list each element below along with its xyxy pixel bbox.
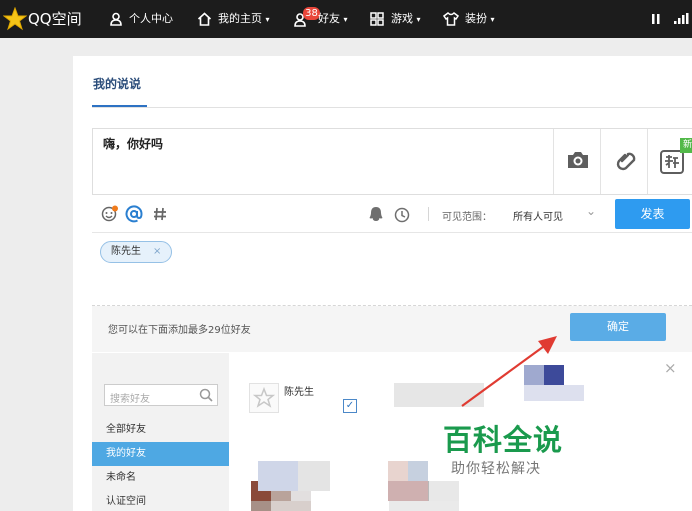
at-mention-icon[interactable] [125, 205, 143, 223]
remove-mention-icon[interactable]: × [153, 246, 161, 257]
group-verified-spaces[interactable]: 认证空间 [92, 490, 229, 511]
fun-qu-icon [660, 150, 684, 174]
toolbar-divider [92, 232, 692, 233]
qq-penguin-icon[interactable] [368, 206, 384, 223]
nav-dress-up[interactable]: 装扮 ▾ [465, 0, 495, 38]
schedule-clock-icon[interactable] [394, 207, 410, 223]
blurred-avatar [524, 365, 544, 385]
photo-button[interactable] [553, 129, 600, 194]
chevron-down-icon: ▾ [416, 15, 421, 24]
chevron-down-icon: ▾ [490, 15, 495, 24]
chevron-down-icon: ▾ [343, 15, 348, 24]
emoji-icon[interactable] [101, 205, 119, 223]
blurred-avatar [271, 501, 311, 511]
blurred-avatar [251, 501, 271, 511]
visibility-select[interactable]: 所有人可见 [513, 208, 563, 223]
blurred-avatar [298, 461, 330, 491]
nav-games[interactable]: 游戏 ▾ [391, 0, 421, 38]
home-icon [197, 12, 212, 26]
nav-personal-center[interactable]: 个人中心 [129, 0, 173, 38]
blurred-avatar [389, 501, 459, 511]
mention-chip-label: 陈先生 [111, 246, 141, 257]
tab-divider [92, 107, 692, 108]
top-nav-bar: QQ空间 个人中心 我的主页 ▾ 38 好友 ▾ 游戏 ▾ 装扮 ▾ [0, 0, 692, 38]
nav-my-homepage[interactable]: 我的主页 ▾ [218, 0, 270, 38]
nav-dress-up-label: 装扮 [465, 12, 487, 25]
search-placeholder: 搜索好友 [110, 394, 150, 405]
group-unnamed[interactable]: 未命名 [92, 466, 229, 490]
friend-checkbox[interactable]: ✓ [343, 399, 357, 413]
signal-bars-icon[interactable] [673, 13, 689, 25]
friend-avatar[interactable] [249, 383, 279, 413]
blurred-avatar [388, 461, 408, 481]
mention-chip: 陈先生 × [100, 241, 173, 263]
chevron-down-icon: ▾ [265, 15, 270, 24]
nav-friends[interactable]: 好友 ▾ [318, 0, 348, 38]
watermark-title: 百科全说 [443, 423, 564, 457]
group-my-friends[interactable]: 我的好友 [92, 442, 229, 466]
friend-search-input[interactable]: 搜索好友 [104, 384, 218, 406]
nav-my-homepage-label: 我的主页 [218, 12, 262, 25]
qzone-star-logo-icon [3, 7, 27, 31]
watermark-subtitle: 助你轻松解决 [451, 461, 541, 477]
blurred-avatar [258, 461, 298, 491]
camera-icon [568, 152, 588, 168]
shuoshuo-panel: 我的说说 嗨，你好吗 新 可见范围： 所有人可见 ⌄ 发表 陈先生 × 您可以在… [73, 56, 692, 511]
user-icon [110, 12, 122, 26]
default-avatar-star-icon [253, 387, 275, 408]
post-composer: 嗨，你好吗 新 [92, 128, 692, 195]
group-all-friends[interactable]: 全部好友 [92, 418, 229, 442]
hashtag-icon[interactable] [152, 206, 168, 222]
search-icon [199, 388, 213, 402]
new-badge: 新 [680, 138, 692, 153]
close-icon[interactable]: × [664, 359, 677, 377]
fun-button[interactable]: 新 [647, 129, 692, 194]
confirm-button[interactable]: 确定 [570, 313, 666, 341]
post-button[interactable]: 发表 [615, 199, 690, 229]
nav-friends-label: 好友 [318, 12, 340, 25]
chevron-down-icon[interactable]: ⌄ [586, 204, 596, 218]
shirt-icon [443, 12, 459, 26]
pause-icon[interactable] [651, 13, 661, 25]
visibility-label: 可见范围： [442, 212, 492, 223]
post-text-input[interactable]: 嗨，你好吗 [103, 135, 163, 152]
qzone-logo-text[interactable]: QQ空间 [28, 0, 82, 38]
grid-icon [370, 12, 384, 26]
friend-name[interactable]: 陈先生 [284, 383, 314, 398]
friend-group-list: 搜索好友 全部好友 我的好友 未命名 认证空间 [92, 353, 229, 511]
friend-picker-header: 您可以在下面添加最多29位好友 确定 [92, 306, 692, 352]
link-button[interactable] [600, 129, 647, 194]
nav-games-label: 游戏 [391, 12, 413, 25]
blurred-friend-name [394, 383, 484, 407]
blurred-avatar [524, 385, 584, 401]
blurred-avatar [408, 461, 428, 481]
friend-limit-hint: 您可以在下面添加最多29位好友 [108, 325, 251, 336]
blurred-avatar [388, 481, 428, 501]
blurred-avatar [544, 365, 564, 385]
link-icon [616, 152, 636, 171]
tab-my-shuoshuo[interactable]: 我的说说 [93, 75, 141, 92]
blurred-avatar [429, 481, 459, 501]
toolbar-separator [428, 207, 429, 221]
